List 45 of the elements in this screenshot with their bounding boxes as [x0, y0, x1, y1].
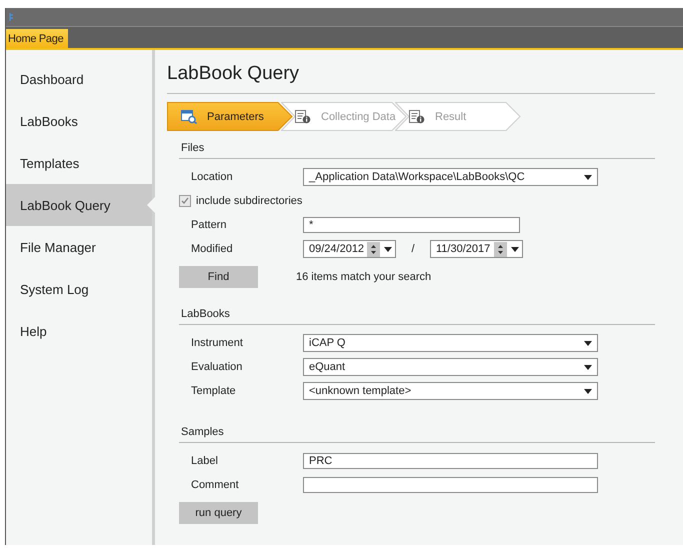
sidebar-item[interactable]: LabBook Query	[6, 184, 152, 226]
sidebar-item[interactable]: LabBooks	[6, 100, 152, 142]
checkbox-label: include subdirectories	[196, 195, 302, 207]
dropdown-caret-icon	[584, 340, 592, 346]
window-search-icon	[181, 110, 197, 124]
input-field[interactable]	[303, 477, 598, 493]
dropdown[interactable]: iCAP Q	[303, 334, 598, 352]
wizard-step[interactable]: Parameters	[167, 102, 293, 131]
input-field[interactable]: *	[303, 217, 520, 233]
input-field[interactable]: PRC	[303, 453, 598, 469]
section-header: LabBooks	[179, 305, 655, 325]
field-label: Modified	[191, 243, 234, 255]
status-text: 16 items match your search	[296, 271, 432, 283]
sidebar-item[interactable]: File Manager	[6, 226, 152, 268]
action-button[interactable]: run query	[179, 502, 258, 524]
sidebar-item[interactable]: Dashboard	[6, 58, 152, 100]
date-picker[interactable]: 11/30/2017	[430, 240, 523, 258]
app-icon	[9, 12, 15, 22]
document-info-icon	[295, 110, 311, 124]
dropdown-caret-icon	[584, 364, 592, 370]
sidebar-item[interactable]: Help	[6, 310, 152, 352]
dropdown[interactable]: eQuant	[303, 358, 598, 376]
tab[interactable]: Home Page	[6, 29, 68, 48]
date-picker[interactable]: 09/24/2012	[303, 240, 396, 258]
field-label: Location	[191, 171, 234, 183]
document-info-icon	[409, 110, 425, 124]
sidebar-item[interactable]: Templates	[6, 142, 152, 184]
page-title: LabBook Query	[167, 63, 655, 94]
dropdown-caret-icon	[511, 246, 519, 252]
field-label: Template	[191, 385, 237, 397]
date-separator: /	[410, 243, 416, 255]
action-button[interactable]: Find	[179, 266, 258, 288]
sidebar-item[interactable]: System Log	[6, 268, 152, 310]
dropdown[interactable]: _Application Data\Workspace\LabBooks\QC	[303, 168, 598, 186]
section-header: Files	[179, 139, 655, 159]
dropdown-caret-icon	[584, 388, 592, 394]
field-label: Instrument	[191, 337, 244, 349]
dropdown-caret-icon	[584, 174, 592, 180]
field-label: Pattern	[191, 219, 228, 231]
field-label: Evaluation	[191, 361, 244, 373]
dropdown[interactable]: <unknown template>	[303, 382, 598, 400]
dropdown-caret-icon	[384, 246, 392, 252]
field-label: Comment	[191, 479, 240, 491]
section-header: Samples	[179, 423, 655, 443]
field-label: Label	[191, 455, 219, 467]
